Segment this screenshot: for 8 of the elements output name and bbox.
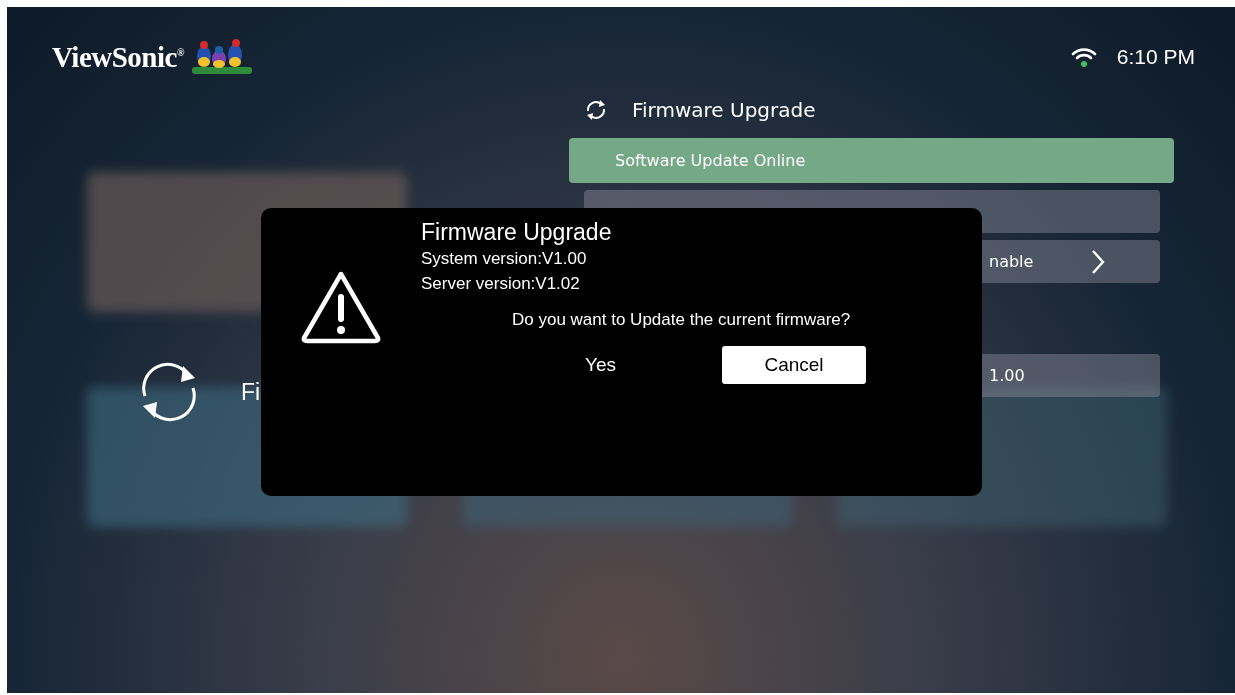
dialog-title: Firmware Upgrade [421,218,613,246]
brand-logo: ViewSonic$^{®}$ [52,40,184,74]
menu-title: Firmware Upgrade [632,98,816,122]
clock-time: 6:10 PM [1116,45,1195,69]
version-text: Server version:V1.02 [421,273,581,295]
version-text: System version:V1.00 [421,248,588,270]
dialog-message: Do you want to Update the current firmware? [512,310,852,330]
panel-label: Fi [241,378,261,406]
